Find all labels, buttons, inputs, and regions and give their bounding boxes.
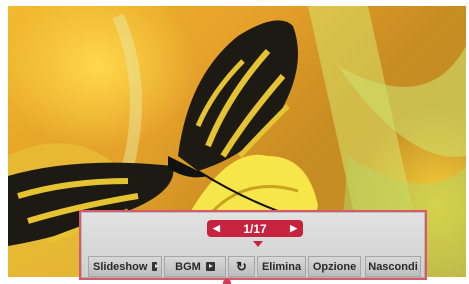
slideshow-label: Slideshow [93, 260, 148, 273]
photo-viewer-screen: ◀ 1/17 ▶ Slideshow BGM ↻ Elimina Opzione [0, 0, 469, 284]
rotate-button[interactable]: ↻ [228, 256, 255, 277]
selection-pointer-icon [253, 241, 263, 247]
next-photo-arrow-icon[interactable]: ▶ [290, 223, 297, 234]
play-icon [205, 262, 215, 271]
previous-photo-arrow-icon[interactable]: ◀ [213, 223, 220, 234]
option-button[interactable]: Opzione [308, 256, 361, 277]
focus-indicator-dot [223, 279, 231, 284]
play-icon [152, 262, 159, 271]
rotate-icon: ↻ [236, 259, 247, 274]
bgm-button[interactable]: BGM [164, 256, 226, 277]
action-button-row: Slideshow BGM ↻ Elimina Opzione Nascondi [88, 256, 421, 277]
photo-counter: 1/17 [243, 221, 267, 236]
option-label: Opzione [312, 260, 357, 273]
hide-button[interactable]: Nascondi [365, 256, 421, 277]
slideshow-button[interactable]: Slideshow [88, 256, 162, 277]
page-navigator: ◀ 1/17 ▶ [207, 220, 303, 237]
bgm-label: BGM [175, 260, 201, 273]
delete-label: Elimina [261, 260, 302, 273]
delete-button[interactable]: Elimina [257, 256, 306, 277]
hide-label: Nascondi [368, 260, 418, 273]
viewer-control-panel: ◀ 1/17 ▶ Slideshow BGM ↻ Elimina Opzione [79, 210, 427, 280]
